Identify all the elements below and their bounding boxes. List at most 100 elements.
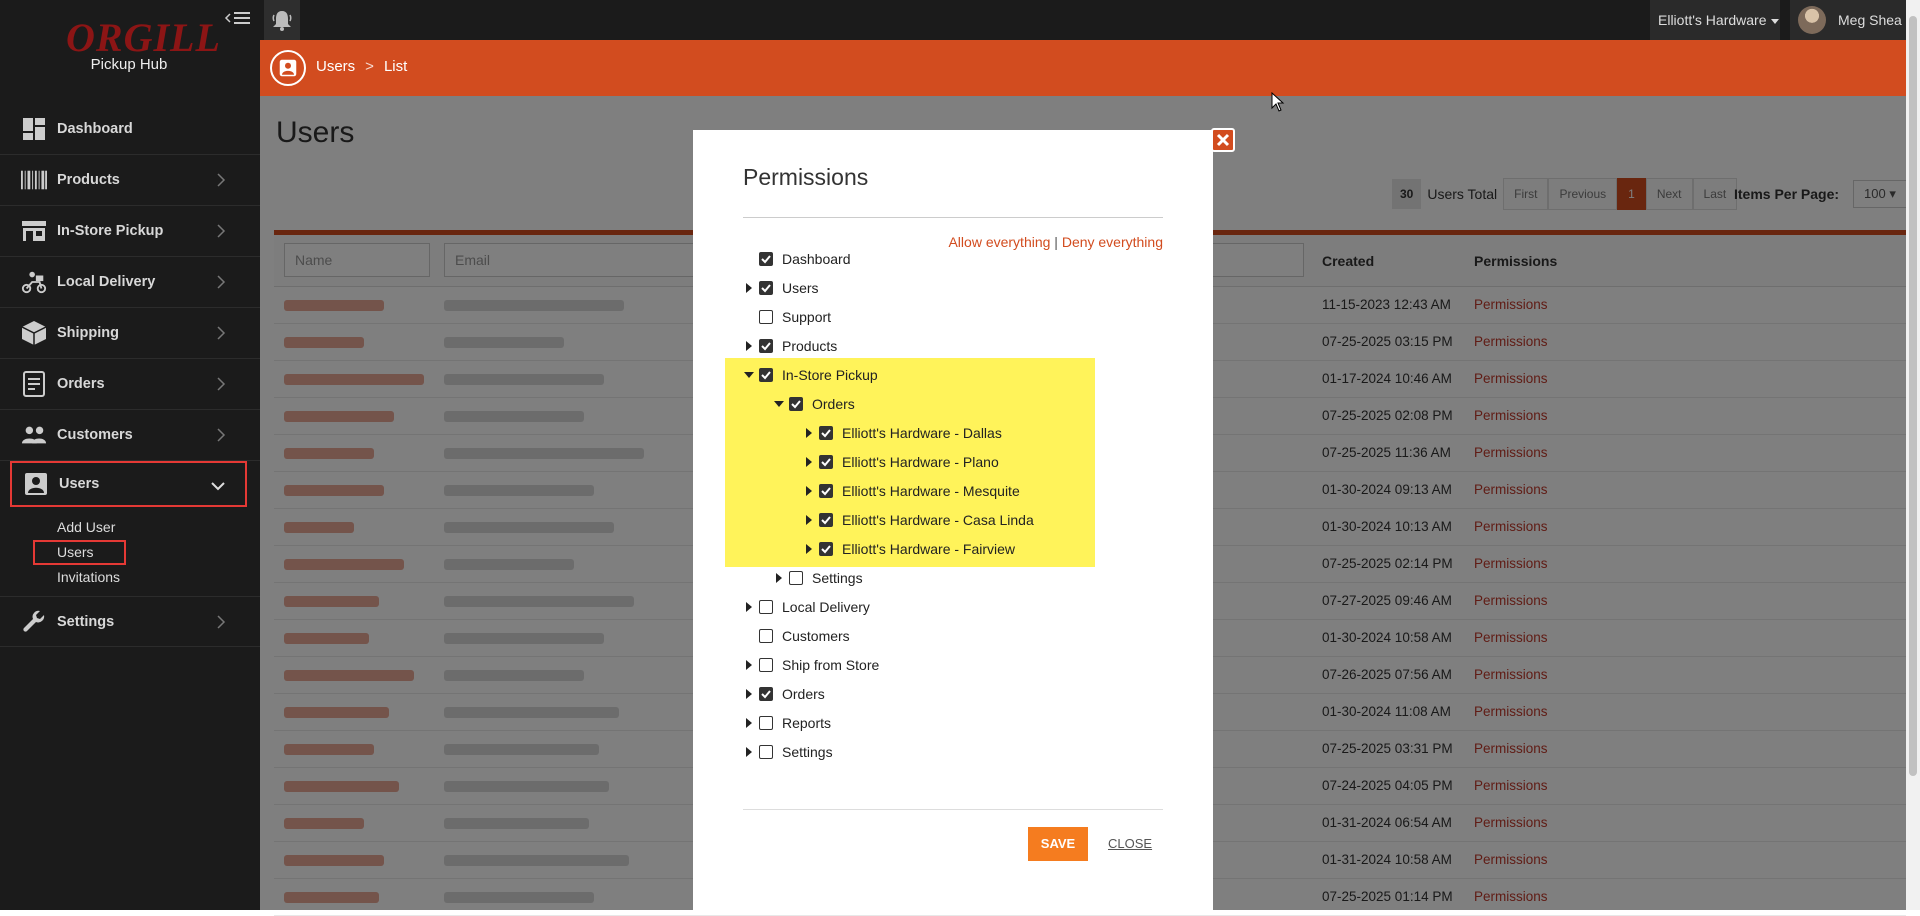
sidebar-item-local-delivery[interactable]: Local Delivery: [0, 257, 260, 308]
permission-checkbox[interactable]: [819, 541, 833, 556]
permission-label[interactable]: In-Store Pickup: [782, 367, 878, 383]
menu-collapse-icon: [224, 12, 250, 24]
expand-arrow-icon[interactable]: [803, 427, 815, 439]
permission-node: Elliott's Hardware - Plano: [803, 447, 999, 476]
permission-label[interactable]: Products: [782, 338, 837, 354]
sidebar-item-settings[interactable]: Settings: [0, 596, 260, 647]
chevron-right-icon: [217, 326, 226, 340]
subnav-add-user[interactable]: Add User: [0, 515, 260, 540]
expand-arrow-icon[interactable]: [743, 746, 755, 758]
permission-label[interactable]: Elliott's Hardware - Mesquite: [842, 483, 1020, 499]
sidebar-item-label: Local Delivery: [57, 274, 156, 290]
permission-checkbox[interactable]: [759, 628, 773, 643]
permission-label[interactable]: Elliott's Hardware - Dallas: [842, 425, 1002, 441]
sidebar-item-customers[interactable]: Customers: [0, 410, 260, 461]
expand-arrow-icon[interactable]: [803, 456, 815, 468]
page-scrollbar[interactable]: [1906, 0, 1920, 910]
sidebar-collapse-button[interactable]: [222, 8, 256, 30]
permission-label[interactable]: Elliott's Hardware - Fairview: [842, 541, 1015, 557]
permission-node: Settings: [743, 737, 833, 766]
permission-label[interactable]: Settings: [812, 570, 863, 586]
check-icon: [761, 341, 771, 350]
expand-arrow-icon[interactable]: [743, 601, 755, 613]
permission-label[interactable]: Support: [782, 309, 831, 325]
avatar: [1798, 6, 1826, 34]
permission-label[interactable]: Local Delivery: [782, 599, 870, 615]
permission-checkbox[interactable]: [759, 251, 773, 266]
permission-checkbox[interactable]: [819, 454, 833, 469]
sidebar-item-products[interactable]: Products: [0, 155, 260, 206]
expand-arrow-icon[interactable]: [743, 688, 755, 700]
deny-everything-link[interactable]: Deny everything: [1062, 234, 1163, 250]
permission-label[interactable]: Ship from Store: [782, 657, 879, 673]
modal-close-button[interactable]: [1211, 128, 1235, 152]
permission-label[interactable]: Elliott's Hardware - Casa Linda: [842, 512, 1034, 528]
divider: [743, 809, 1163, 810]
permission-checkbox[interactable]: [759, 744, 773, 759]
expand-arrow-icon[interactable]: [803, 543, 815, 555]
subnav-users[interactable]: Users: [0, 540, 260, 565]
sidebar-item-orders[interactable]: Orders: [0, 359, 260, 410]
check-icon: [761, 283, 771, 292]
permission-label[interactable]: Dashboard: [782, 251, 851, 267]
permission-label[interactable]: Reports: [782, 715, 831, 731]
collapse-arrow-icon[interactable]: [743, 369, 755, 381]
scrollbar-thumb[interactable]: [1909, 16, 1917, 776]
check-icon: [761, 370, 771, 379]
permission-checkbox[interactable]: [759, 367, 773, 382]
permission-checkbox[interactable]: [759, 715, 773, 730]
breadcrumb-separator: >: [365, 58, 374, 75]
expand-arrow-icon[interactable]: [803, 514, 815, 526]
permission-node: In-Store Pickup: [743, 360, 878, 389]
user-name: Meg Shea: [1838, 12, 1902, 28]
expand-arrow-icon[interactable]: [803, 485, 815, 497]
chevron-right-icon: [217, 224, 226, 238]
caret-down-icon: [1770, 18, 1779, 24]
sidebar-item-users[interactable]: Users: [10, 461, 247, 507]
expand-arrow-icon[interactable]: [743, 282, 755, 294]
store-selector[interactable]: Elliott's Hardware: [1650, 0, 1780, 40]
breadcrumb-users[interactable]: Users: [316, 58, 355, 75]
permission-checkbox[interactable]: [819, 425, 833, 440]
expand-arrow-icon[interactable]: [773, 572, 785, 584]
permission-checkbox[interactable]: [759, 338, 773, 353]
permission-label[interactable]: Orders: [812, 396, 855, 412]
permission-label[interactable]: Elliott's Hardware - Plano: [842, 454, 999, 470]
check-icon: [821, 428, 831, 437]
allow-everything-link[interactable]: Allow everything: [948, 234, 1050, 250]
permission-label[interactable]: Orders: [782, 686, 825, 702]
logo[interactable]: ORGILL Pickup Hub: [0, 12, 260, 80]
permission-checkbox[interactable]: [789, 570, 803, 585]
sidebar-item-label: Settings: [57, 613, 115, 630]
permission-node: Settings: [773, 563, 863, 592]
expand-arrow-icon[interactable]: [743, 340, 755, 352]
notifications-button[interactable]: [264, 0, 300, 40]
close-button[interactable]: CLOSE: [1108, 836, 1152, 851]
user-menu[interactable]: Meg Shea: [1790, 0, 1920, 40]
expand-arrow-icon[interactable]: [743, 717, 755, 729]
box-icon: [21, 320, 47, 346]
permission-label[interactable]: Users: [782, 280, 819, 296]
save-button[interactable]: SAVE: [1028, 827, 1088, 861]
permission-label[interactable]: Settings: [782, 744, 833, 760]
permission-checkbox[interactable]: [759, 309, 773, 324]
permission-checkbox[interactable]: [759, 657, 773, 672]
permission-checkbox[interactable]: [789, 396, 803, 411]
permission-node: Support: [743, 302, 831, 331]
collapse-arrow-icon[interactable]: [773, 398, 785, 410]
permission-checkbox[interactable]: [759, 599, 773, 614]
sidebar-item-shipping[interactable]: Shipping: [0, 308, 260, 359]
permission-checkbox[interactable]: [819, 483, 833, 498]
sidebar-item-in-store-pickup[interactable]: In-Store Pickup: [0, 206, 260, 257]
permission-checkbox[interactable]: [759, 686, 773, 701]
permission-checkbox[interactable]: [759, 280, 773, 295]
store-selector-label: Elliott's Hardware: [1658, 12, 1767, 28]
permission-checkbox[interactable]: [819, 512, 833, 527]
subnav-invitations[interactable]: Invitations: [0, 565, 260, 590]
sidebar-item-dashboard[interactable]: Dashboard: [0, 104, 260, 155]
permission-label[interactable]: Customers: [782, 628, 850, 644]
expand-arrow-icon[interactable]: [743, 659, 755, 671]
separator: |: [1054, 234, 1058, 250]
